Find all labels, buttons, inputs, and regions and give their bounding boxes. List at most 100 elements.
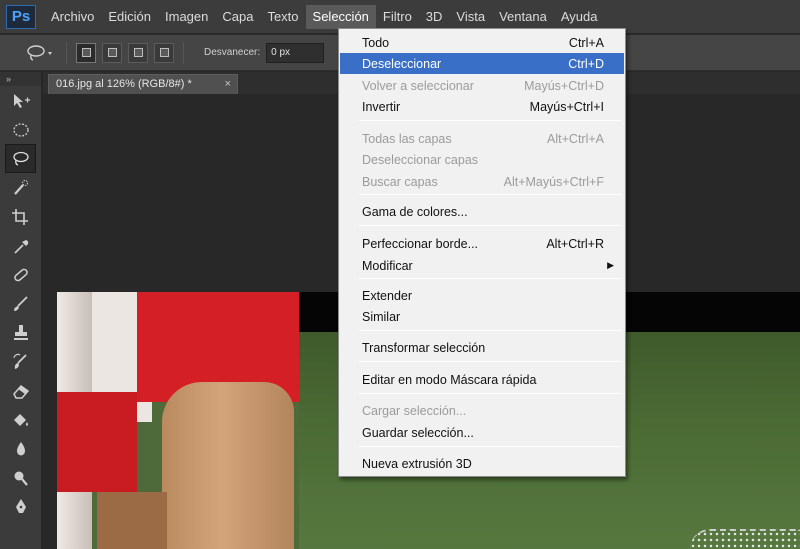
menu-item-label: Nueva extrusión 3D bbox=[362, 456, 472, 471]
blur-tool[interactable] bbox=[0, 434, 41, 463]
menu-item-shortcut: Mayús+Ctrl+D bbox=[524, 78, 604, 93]
document-tab[interactable]: 016.jpg al 126% (RGB/8#) * × bbox=[48, 74, 238, 94]
menu-item-label: Volver a seleccionar bbox=[362, 78, 474, 93]
menu-item-shortcut: Alt+Mayús+Ctrl+F bbox=[503, 174, 604, 189]
history-brush-tool[interactable] bbox=[0, 347, 41, 376]
menu-item-todas-las-capas: Todas las capas Alt+Ctrl+A bbox=[340, 128, 624, 149]
menu-item-shortcut: Alt+Ctrl+R bbox=[546, 236, 604, 251]
menu-item-volver-a-seleccionar: Volver a seleccionar Mayús+Ctrl+D bbox=[340, 75, 624, 96]
eyedropper-tool[interactable] bbox=[0, 231, 41, 260]
menu-item-label: Modificar bbox=[362, 258, 413, 273]
menu-separator bbox=[359, 120, 621, 121]
menu-item-label: Extender bbox=[362, 288, 413, 303]
bandage-icon bbox=[13, 268, 28, 281]
menu-item-label: Deseleccionar capas bbox=[362, 152, 479, 167]
feather-input[interactable]: 0 px bbox=[266, 42, 325, 63]
menu-item-guardar-seleccion[interactable]: Guardar selección... bbox=[340, 422, 624, 443]
menu-item-shortcut: Alt+Ctrl+A bbox=[547, 131, 604, 146]
menu-item-mascara-rapida[interactable]: Editar en modo Máscara rápida bbox=[340, 369, 624, 390]
menu-item-invertir[interactable]: Invertir Mayús+Ctrl+I bbox=[340, 96, 624, 117]
photo-ball-edge bbox=[690, 529, 800, 549]
new-selection-button[interactable] bbox=[76, 42, 96, 63]
tool-preset-picker[interactable] bbox=[20, 40, 60, 66]
paint-bucket-tool[interactable] bbox=[0, 405, 41, 434]
add-selection-icon bbox=[107, 48, 117, 57]
paint-bucket-icon bbox=[13, 413, 28, 426]
menu-separator bbox=[359, 393, 621, 394]
menu-separator bbox=[359, 278, 621, 279]
menu-capa[interactable]: Capa bbox=[215, 5, 260, 29]
document-tab-title: 016.jpg al 126% (RGB/8#) * bbox=[56, 78, 192, 90]
brush-tool[interactable] bbox=[0, 289, 41, 318]
menu-item-cargar-seleccion: Cargar selección... bbox=[340, 400, 624, 421]
move-tool[interactable] bbox=[0, 86, 41, 115]
menu-imagen[interactable]: Imagen bbox=[158, 5, 215, 29]
menu-separator bbox=[359, 194, 621, 195]
menu-item-nueva-extrusion-3d[interactable]: Nueva extrusión 3D bbox=[340, 453, 624, 474]
menu-item-label: Gama de colores... bbox=[362, 204, 468, 219]
add-to-selection-button[interactable] bbox=[102, 42, 122, 63]
selection-menu-dropdown: Todo Ctrl+A Deseleccionar Ctrl+D Volver … bbox=[338, 28, 626, 477]
close-icon[interactable]: × bbox=[225, 75, 231, 94]
menu-item-label: Buscar capas bbox=[362, 174, 438, 189]
menu-separator bbox=[359, 330, 621, 331]
menu-item-buscar-capas: Buscar capas Alt+Mayús+Ctrl+F bbox=[340, 171, 624, 192]
menu-item-label: Invertir bbox=[362, 99, 401, 114]
menu-texto[interactable]: Texto bbox=[260, 5, 305, 29]
brush-icon bbox=[13, 295, 28, 311]
menu-item-modificar[interactable]: Modificar ▶ bbox=[340, 255, 624, 276]
menu-item-label: Deseleccionar bbox=[362, 56, 442, 71]
intersect-selection-button[interactable] bbox=[154, 42, 174, 63]
menu-item-label: Perfeccionar borde... bbox=[362, 236, 479, 251]
menu-edicion[interactable]: Edición bbox=[101, 5, 158, 29]
dodge-tool[interactable] bbox=[0, 463, 41, 492]
menu-seleccion[interactable]: Selección bbox=[305, 4, 376, 29]
pen-tool[interactable] bbox=[0, 492, 41, 521]
photo-leg bbox=[162, 382, 294, 549]
menu-separator bbox=[359, 361, 621, 362]
subtract-from-selection-button[interactable] bbox=[128, 42, 148, 63]
tools-panel: » bbox=[0, 72, 42, 549]
move-icon bbox=[13, 93, 30, 108]
menu-filtro[interactable]: Filtro bbox=[376, 5, 419, 29]
marquee-tool[interactable] bbox=[0, 115, 41, 144]
history-brush-icon bbox=[12, 353, 27, 369]
menu-ayuda[interactable]: Ayuda bbox=[554, 5, 605, 29]
lasso-icon bbox=[27, 44, 52, 61]
menu-vista[interactable]: Vista bbox=[449, 5, 492, 29]
options-separator bbox=[66, 41, 67, 64]
crop-tool[interactable] bbox=[0, 202, 41, 231]
clone-stamp-tool[interactable] bbox=[0, 318, 41, 347]
magnifier-dodge-icon bbox=[14, 471, 28, 486]
menu-item-perfeccionar-borde[interactable]: Perfeccionar borde... Alt+Ctrl+R bbox=[340, 233, 624, 254]
menu-item-shortcut: Ctrl+D bbox=[568, 56, 604, 71]
menu-item-shortcut: Mayús+Ctrl+I bbox=[529, 99, 604, 114]
spot-healing-tool[interactable] bbox=[0, 260, 41, 289]
menu-item-extender[interactable]: Extender bbox=[340, 285, 624, 306]
eraser-tool[interactable] bbox=[0, 376, 41, 405]
menu-item-transformar-seleccion[interactable]: Transformar selección bbox=[340, 337, 624, 358]
quick-selection-tool[interactable] bbox=[0, 173, 41, 202]
elliptical-marquee-icon bbox=[12, 122, 29, 137]
panel-collapse-toggle[interactable]: » bbox=[0, 72, 41, 86]
lasso-tool[interactable] bbox=[5, 144, 36, 173]
menu-item-deseleccionar-capas: Deseleccionar capas bbox=[340, 149, 624, 170]
menu-item-similar[interactable]: Similar bbox=[340, 306, 624, 327]
pen-icon bbox=[15, 498, 26, 513]
photoshop-logo: Ps bbox=[6, 4, 36, 29]
lasso-icon bbox=[12, 151, 29, 166]
menu-item-gama-de-colores[interactable]: Gama de colores... bbox=[340, 201, 624, 222]
menu-item-label: Similar bbox=[362, 309, 401, 324]
menu-separator bbox=[359, 225, 621, 226]
photo-red-sleeve bbox=[57, 392, 137, 492]
menu-archivo[interactable]: Archivo bbox=[44, 5, 101, 29]
menu-ventana[interactable]: Ventana bbox=[492, 5, 554, 29]
menu-item-shortcut: Ctrl+A bbox=[568, 35, 604, 50]
submenu-arrow-icon: ▶ bbox=[607, 260, 614, 270]
menu-3d[interactable]: 3D bbox=[419, 5, 450, 29]
feather-label: Desvanecer: bbox=[204, 47, 261, 58]
eraser-icon bbox=[12, 384, 29, 399]
menu-item-todo[interactable]: Todo Ctrl+A bbox=[340, 32, 624, 53]
menu-item-label: Cargar selección... bbox=[362, 403, 467, 418]
menu-item-deseleccionar[interactable]: Deseleccionar Ctrl+D bbox=[340, 53, 624, 74]
